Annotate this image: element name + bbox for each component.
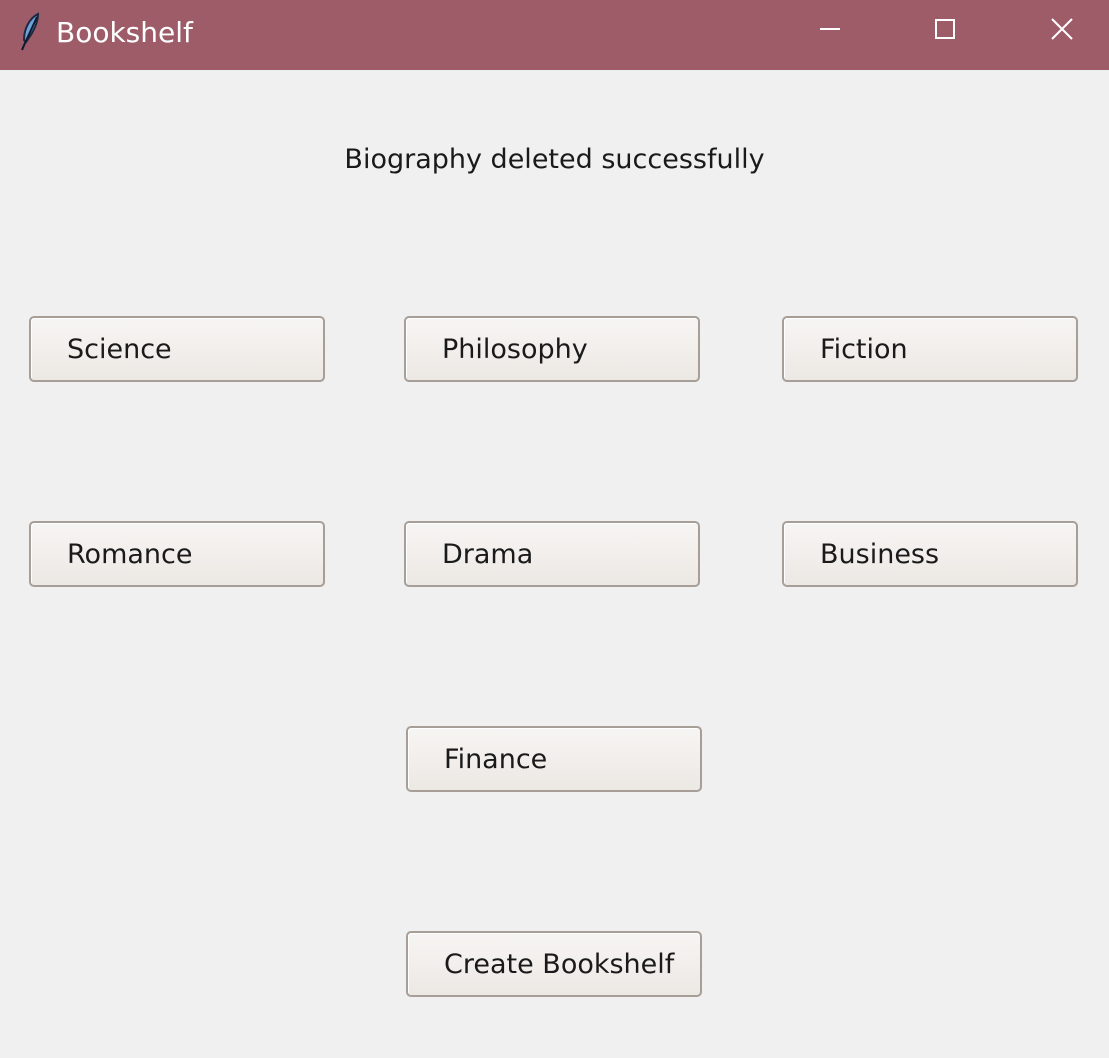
- feather-icon: [16, 12, 46, 52]
- romance-button[interactable]: Romance: [29, 521, 325, 587]
- close-button[interactable]: [1004, 0, 1109, 62]
- minimize-icon: [819, 18, 841, 44]
- business-button[interactable]: Business: [782, 521, 1078, 587]
- title-bar[interactable]: Bookshelf: [0, 0, 1109, 70]
- close-icon: [1050, 17, 1074, 45]
- maximize-button[interactable]: [887, 0, 1003, 62]
- status-message: Biography deleted successfully: [344, 144, 765, 175]
- window-title: Bookshelf: [56, 16, 193, 49]
- philosophy-button[interactable]: Philosophy: [404, 316, 700, 382]
- minimize-button[interactable]: [772, 0, 888, 62]
- drama-button[interactable]: Drama: [404, 521, 700, 587]
- fiction-button[interactable]: Fiction: [782, 316, 1078, 382]
- create-bookshelf-button[interactable]: Create Bookshelf: [406, 931, 702, 997]
- finance-button[interactable]: Finance: [406, 726, 702, 792]
- science-button[interactable]: Science: [29, 316, 325, 382]
- maximize-icon: [934, 18, 956, 44]
